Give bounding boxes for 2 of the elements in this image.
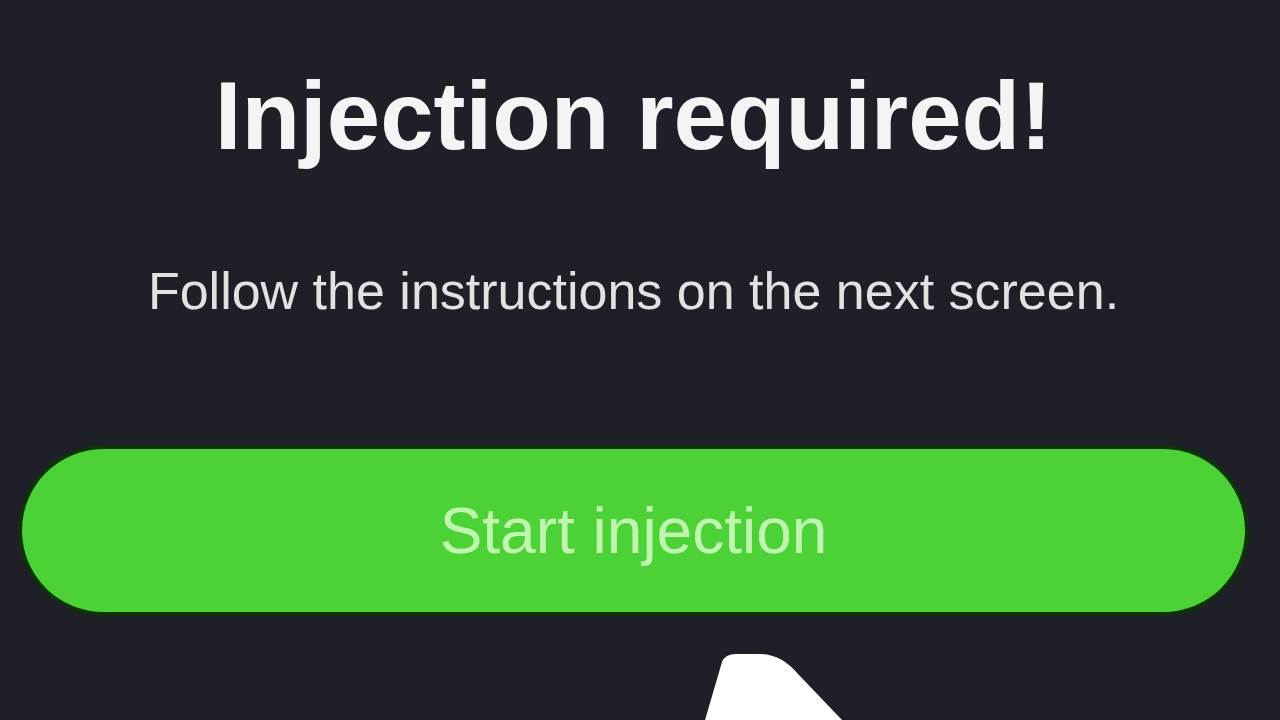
instruction-text: Follow the instructions on the next screen. (147, 261, 1120, 321)
screen-title: Injection required! (214, 64, 1053, 168)
